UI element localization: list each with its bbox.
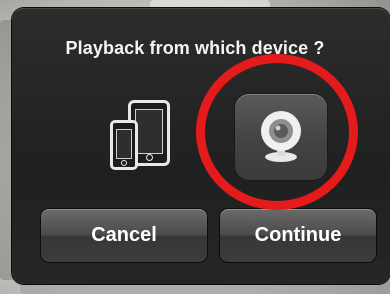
cancel-button[interactable]: Cancel [41, 209, 207, 262]
phone-icon [110, 120, 138, 170]
continue-button[interactable]: Continue [220, 209, 376, 262]
highlight-circle-annotation [196, 54, 358, 210]
device-option-mobile[interactable] [98, 100, 174, 170]
dialog-title: Playback from which device ? [65, 38, 325, 58]
